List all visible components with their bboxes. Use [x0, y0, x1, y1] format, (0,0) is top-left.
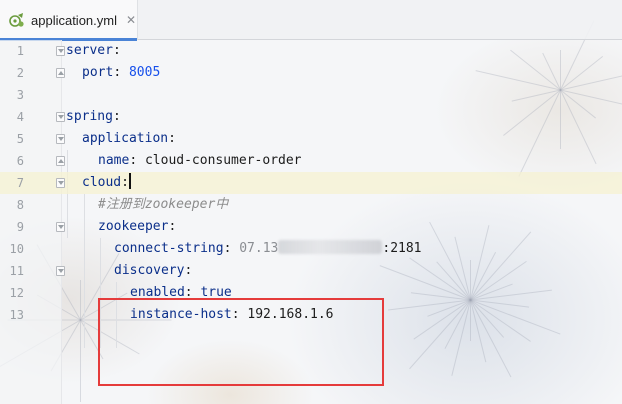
fold-toggle-icon[interactable] — [56, 178, 65, 188]
line-number: 2 — [16, 66, 24, 80]
fold-end-icon[interactable] — [56, 68, 65, 78]
line-number: 7 — [16, 176, 24, 190]
fold-toggle-icon[interactable] — [56, 222, 65, 232]
line-number: 1 — [16, 44, 24, 58]
yaml-value: cloud-consumer-order — [144, 153, 302, 168]
code-line[interactable]: 2 port: 8005 — [0, 62, 622, 84]
code-line[interactable]: 13 instance-host: 192.168.1.6 — [0, 304, 622, 326]
yaml-key: port — [82, 65, 114, 80]
yaml-separator: : — [184, 263, 193, 278]
yaml-value-obscured: 07.13 — [239, 241, 279, 256]
yaml-separator: : — [184, 285, 201, 300]
fold-toggle-icon[interactable] — [56, 112, 65, 122]
code-line[interactable]: 10 connect-string: 07.13 :2181 — [0, 238, 622, 260]
line-number: 4 — [16, 110, 24, 124]
yaml-key: cloud — [82, 175, 122, 190]
line-number: 13 — [9, 308, 24, 322]
fold-toggle-icon[interactable] — [56, 46, 65, 56]
line-number: 5 — [16, 132, 24, 146]
yaml-key: enabled — [130, 285, 185, 300]
yaml-key: name — [98, 153, 130, 168]
yaml-separator: : — [112, 43, 121, 58]
yaml-separator: : — [223, 241, 240, 256]
yaml-separator: : — [231, 307, 248, 322]
fold-toggle-icon[interactable] — [56, 134, 65, 144]
redacted-ip-blur — [278, 240, 383, 254]
yaml-key: application — [82, 131, 169, 146]
yaml-file-icon — [9, 12, 25, 28]
yaml-key: server — [66, 43, 113, 58]
code-line[interactable]: 4 spring: — [0, 106, 622, 128]
yaml-comment: #注册到zookeeper中 — [98, 197, 229, 212]
code-line[interactable]: 3 — [0, 84, 622, 106]
yaml-separator: : — [129, 153, 145, 168]
line-number: 8 — [16, 198, 24, 212]
yaml-key: instance-host — [130, 307, 232, 322]
code-line[interactable]: 12 enabled: true — [0, 282, 622, 304]
yaml-key: spring — [66, 109, 113, 124]
yaml-separator: : — [112, 109, 121, 124]
fold-toggle-icon[interactable] — [56, 266, 65, 276]
yaml-value: 192.168.1.6 — [247, 307, 334, 322]
code-lines: 1 server: 2 port: 8005 3 4 spring: 5 app… — [0, 40, 622, 326]
yaml-separator: : — [168, 131, 176, 146]
yaml-value: true — [200, 285, 232, 300]
code-line[interactable]: 8 #注册到zookeeper中 — [0, 194, 622, 216]
yaml-value: 8005 — [128, 65, 161, 80]
yaml-value: :2181 — [382, 241, 422, 256]
yaml-key: discovery — [114, 263, 185, 278]
editor-tab-bar: application.yml ✕ — [0, 0, 622, 41]
line-number: 12 — [9, 286, 24, 300]
code-line[interactable]: 9 zookeeper: — [0, 216, 622, 238]
line-number: 6 — [16, 154, 24, 168]
yaml-key: connect-string — [114, 241, 224, 256]
line-number: 9 — [16, 220, 24, 234]
yaml-separator: : — [121, 175, 129, 190]
line-number: 11 — [9, 264, 24, 278]
line-number: 3 — [16, 88, 24, 102]
yaml-separator: : — [113, 65, 129, 80]
tab-label: application.yml — [31, 12, 117, 28]
code-editor[interactable]: 1 server: 2 port: 8005 3 4 spring: 5 app… — [0, 40, 622, 404]
yaml-key: zookeeper — [98, 219, 169, 234]
yaml-separator: : — [168, 219, 177, 234]
tab-application-yml[interactable]: application.yml ✕ — [0, 0, 138, 41]
code-line-current[interactable]: 7 cloud: — [0, 172, 622, 194]
fold-end-icon[interactable] — [56, 156, 65, 166]
text-caret — [128, 173, 131, 189]
code-line[interactable]: 6 name: cloud-consumer-order — [0, 150, 622, 172]
line-number: 10 — [9, 242, 24, 256]
code-line[interactable]: 11 discovery: — [0, 260, 622, 282]
close-icon[interactable]: ✕ — [126, 13, 136, 27]
code-line[interactable]: 1 server: — [0, 40, 622, 62]
code-line[interactable]: 5 application: — [0, 128, 622, 150]
